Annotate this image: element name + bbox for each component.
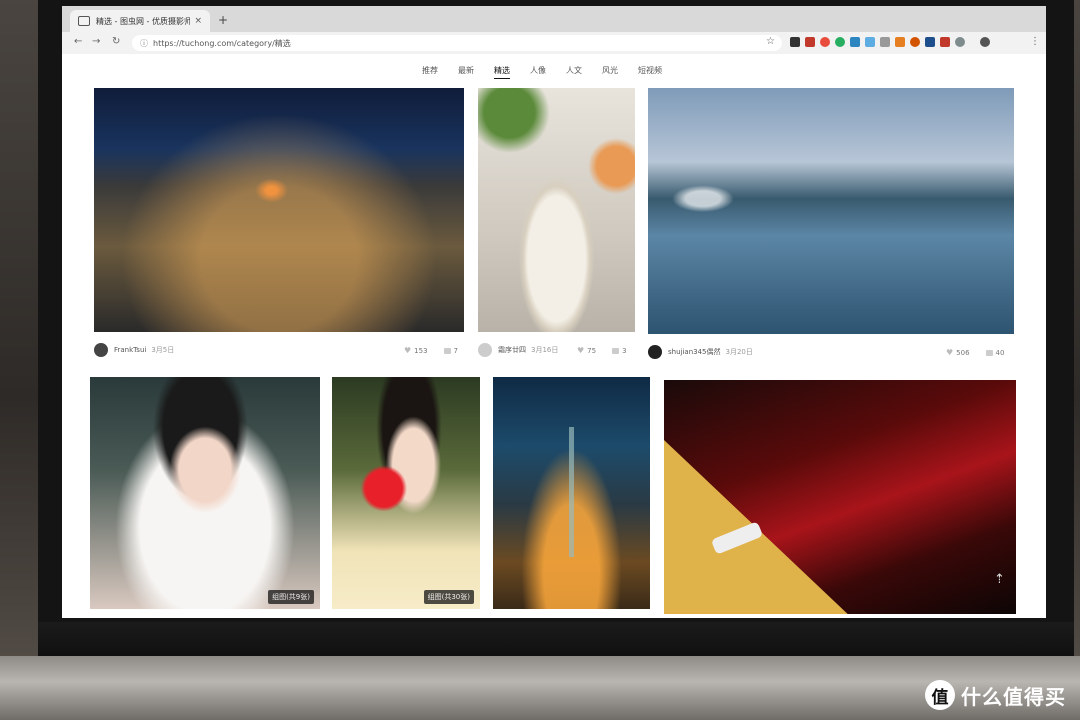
category-tab-short-video[interactable]: 短视频 — [638, 65, 662, 79]
photo-tokyo-night[interactable] — [94, 88, 464, 332]
post-date: 3月20日 — [725, 348, 753, 356]
avatar[interactable] — [648, 345, 662, 359]
photo-girl-red-flower[interactable]: 组图(共30张) — [332, 377, 480, 609]
browser-tab[interactable]: 精选 - 图虫网 - 优质摄影师交流 × — [70, 10, 210, 32]
post-date: 3月5日 — [151, 346, 175, 354]
comment-stat[interactable]: 3 — [612, 346, 627, 355]
comment-count: 40 — [995, 348, 1005, 357]
browser-menu-icon[interactable]: ⋮ — [1030, 36, 1040, 47]
extension-icon[interactable] — [850, 37, 860, 47]
extension-icons — [790, 37, 990, 47]
comment-stat[interactable]: 40 — [985, 348, 1005, 357]
reload-button[interactable]: ↻ — [112, 36, 120, 47]
like-count: 506 — [956, 348, 970, 357]
like-count: 75 — [587, 346, 597, 355]
url-text: https://tuchong.com/category/精选 — [153, 38, 291, 48]
forward-button[interactable]: → — [92, 36, 100, 47]
like-count: 153 — [414, 346, 428, 355]
post-stats: ♥ 75 3 — [577, 346, 627, 355]
page-icon — [78, 16, 90, 26]
watermark-text: 什么值得买 — [961, 684, 1066, 709]
browser-toolbar: ← → ↻ ⓘ https://tuchong.com/category/精选 … — [62, 32, 1046, 55]
comment-icon — [443, 347, 451, 354]
heart-icon: ♥ — [946, 348, 954, 357]
post-stats: ♥ 153 7 — [404, 346, 458, 355]
photo-misty-lake[interactable] — [648, 88, 1014, 334]
extension-icon[interactable] — [880, 37, 890, 47]
extension-icon[interactable] — [940, 37, 950, 47]
page-content: 推荐 最新 精选 人像 人文 风光 短视频 FrankTsui 3月5日 ♥ 15… — [62, 54, 1046, 618]
watermark: 值 什么值得买 — [925, 680, 1066, 710]
category-tab-latest[interactable]: 最新 — [458, 65, 474, 79]
post-date: 3月16日 — [531, 346, 559, 354]
category-tab-featured[interactable]: 精选 — [494, 65, 510, 79]
post-meta: FrankTsui 3月5日 — [94, 340, 174, 360]
new-tab-button[interactable]: + — [218, 13, 228, 27]
watermark-logo: 值 — [925, 680, 955, 710]
comment-icon — [612, 347, 620, 354]
extension-icon[interactable] — [910, 37, 920, 47]
author-name[interactable]: FrankTsui — [114, 346, 146, 354]
comment-count: 3 — [622, 346, 627, 355]
extension-icon[interactable] — [925, 37, 935, 47]
extension-icon[interactable] — [955, 37, 965, 47]
close-tab-icon[interactable]: × — [194, 16, 202, 26]
heart-icon: ♥ — [404, 346, 412, 355]
info-icon[interactable]: ⓘ — [140, 38, 148, 49]
heart-icon: ♥ — [577, 346, 585, 355]
category-tab-humanity[interactable]: 人文 — [566, 65, 582, 79]
back-button[interactable]: ← — [74, 36, 82, 47]
profile-avatar[interactable] — [980, 37, 990, 47]
category-tab-landscape[interactable]: 风光 — [602, 65, 618, 79]
category-nav: 推荐 最新 精选 人像 人文 风光 短视频 — [422, 65, 662, 79]
browser-screen: 精选 - 图虫网 - 优质摄影师交流 × + ← → ↻ ⓘ https://t… — [62, 6, 1046, 618]
laptop-base — [0, 656, 1080, 720]
extension-icon[interactable] — [820, 37, 830, 47]
extension-icon[interactable] — [895, 37, 905, 47]
post-meta: shujian345偶然 3月20日 — [648, 342, 753, 362]
like-stat[interactable]: ♥ 75 — [577, 346, 596, 355]
skyscraper-shape — [569, 427, 574, 557]
extension-icon[interactable] — [805, 37, 815, 47]
like-stat[interactable]: ♥ 153 — [404, 346, 428, 355]
post-meta: 霜序廿四 3月16日 — [478, 340, 558, 360]
back-to-top-icon[interactable]: ⇡ — [994, 572, 1005, 587]
like-stat[interactable]: ♥ 506 — [946, 348, 970, 357]
album-badge: 组图(共9张) — [268, 590, 314, 604]
avatar[interactable] — [94, 343, 108, 357]
comment-count: 7 — [453, 346, 459, 355]
category-tab-recommend[interactable]: 推荐 — [422, 65, 438, 79]
avatar[interactable] — [478, 343, 492, 357]
photo-red-car-stage[interactable] — [664, 380, 1016, 614]
tab-title: 精选 - 图虫网 - 优质摄影师交流 — [96, 16, 191, 26]
comment-stat[interactable]: 7 — [443, 346, 459, 355]
post-stats: ♥ 506 40 — [946, 348, 1004, 357]
bookmark-star-icon[interactable]: ☆ — [766, 36, 775, 47]
author-name[interactable]: 霜序廿四 — [498, 345, 526, 355]
album-badge: 组图(共30张) — [423, 590, 474, 604]
photo-dubai-night[interactable] — [493, 377, 650, 609]
author-name[interactable]: shujian345偶然 — [668, 347, 721, 357]
extension-icon[interactable] — [865, 37, 875, 47]
comment-icon — [985, 349, 993, 356]
extension-icon[interactable] — [835, 37, 845, 47]
photo-girl-fur-coat[interactable]: 组图(共9张) — [90, 377, 320, 609]
photo-breakfast-plate[interactable] — [478, 88, 635, 332]
extension-icon[interactable] — [790, 37, 800, 47]
category-tab-portrait[interactable]: 人像 — [530, 65, 546, 79]
tab-strip: 精选 - 图虫网 - 优质摄影师交流 × + — [62, 6, 1046, 32]
address-bar[interactable]: ⓘ https://tuchong.com/category/精选 — [132, 35, 782, 51]
